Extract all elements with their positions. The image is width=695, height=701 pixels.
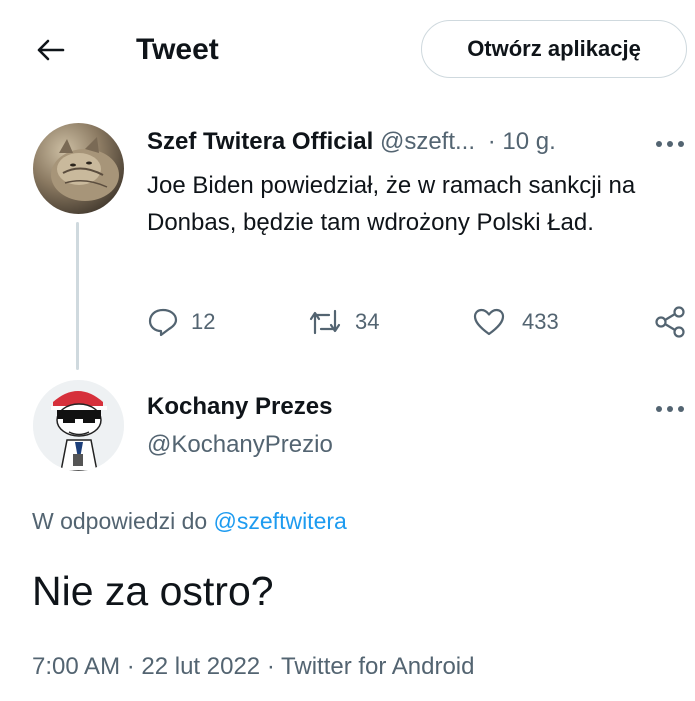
reply-handle-link[interactable]: @szeftwitera bbox=[214, 508, 347, 534]
share-icon bbox=[655, 306, 685, 338]
main-handle[interactable]: @KochanyPrezio bbox=[147, 429, 333, 461]
reply-prefix: W odpowiedzi do bbox=[32, 508, 208, 534]
tweet-meta: 7:00 AM · 22 lut 2022 · Twitter for Andr… bbox=[32, 653, 475, 680]
top-bar: Tweet Otwórz aplikację bbox=[0, 0, 695, 100]
back-button[interactable] bbox=[28, 30, 72, 70]
parent-tweet-text: Joe Biden powiedział, że w ramach sankcj… bbox=[147, 172, 636, 236]
parent-action-bar: 12 34 433 bbox=[147, 300, 687, 344]
like-button[interactable]: 433 bbox=[472, 307, 559, 337]
arrow-left-icon bbox=[37, 39, 65, 61]
more-horizontal-icon bbox=[656, 141, 684, 147]
separator-dot: · bbox=[487, 128, 496, 155]
main-tweet-text: Nie za ostro? bbox=[32, 568, 274, 614]
cat-avatar-image bbox=[33, 123, 124, 214]
main-more-button[interactable] bbox=[650, 397, 690, 421]
parent-display-name[interactable]: Szef Twitera Official bbox=[147, 128, 373, 155]
retweet-button[interactable]: 34 bbox=[307, 307, 379, 337]
main-display-name[interactable]: Kochany Prezes bbox=[147, 393, 332, 420]
parent-more-button[interactable] bbox=[650, 132, 690, 156]
reply-button[interactable]: 12 bbox=[147, 307, 215, 337]
thread-connector-line bbox=[76, 222, 79, 370]
replying-to-line: W odpowiedzi do @szeftwitera bbox=[32, 508, 347, 535]
parent-handle[interactable]: @szeft... bbox=[380, 128, 475, 155]
reply-icon bbox=[148, 308, 178, 337]
parent-avatar[interactable] bbox=[33, 123, 124, 214]
share-button[interactable] bbox=[653, 306, 687, 338]
prezes-avatar-image bbox=[33, 380, 124, 471]
parent-time[interactable]: 10 g. bbox=[502, 128, 555, 155]
reply-count: 12 bbox=[191, 309, 216, 334]
retweet-count: 34 bbox=[355, 309, 380, 334]
parent-tweet-header: Szef Twitera Official @szeft... · 10 g. bbox=[147, 126, 556, 158]
main-avatar[interactable] bbox=[33, 380, 124, 471]
more-horizontal-icon bbox=[656, 406, 684, 412]
main-tweet-display-name: Kochany Prezes bbox=[147, 391, 332, 423]
retweet-icon bbox=[309, 309, 341, 335]
page-title: Tweet bbox=[136, 33, 219, 66]
like-count: 433 bbox=[522, 309, 559, 334]
heart-icon bbox=[473, 308, 505, 336]
open-app-button[interactable]: Otwórz aplikację bbox=[421, 20, 687, 78]
